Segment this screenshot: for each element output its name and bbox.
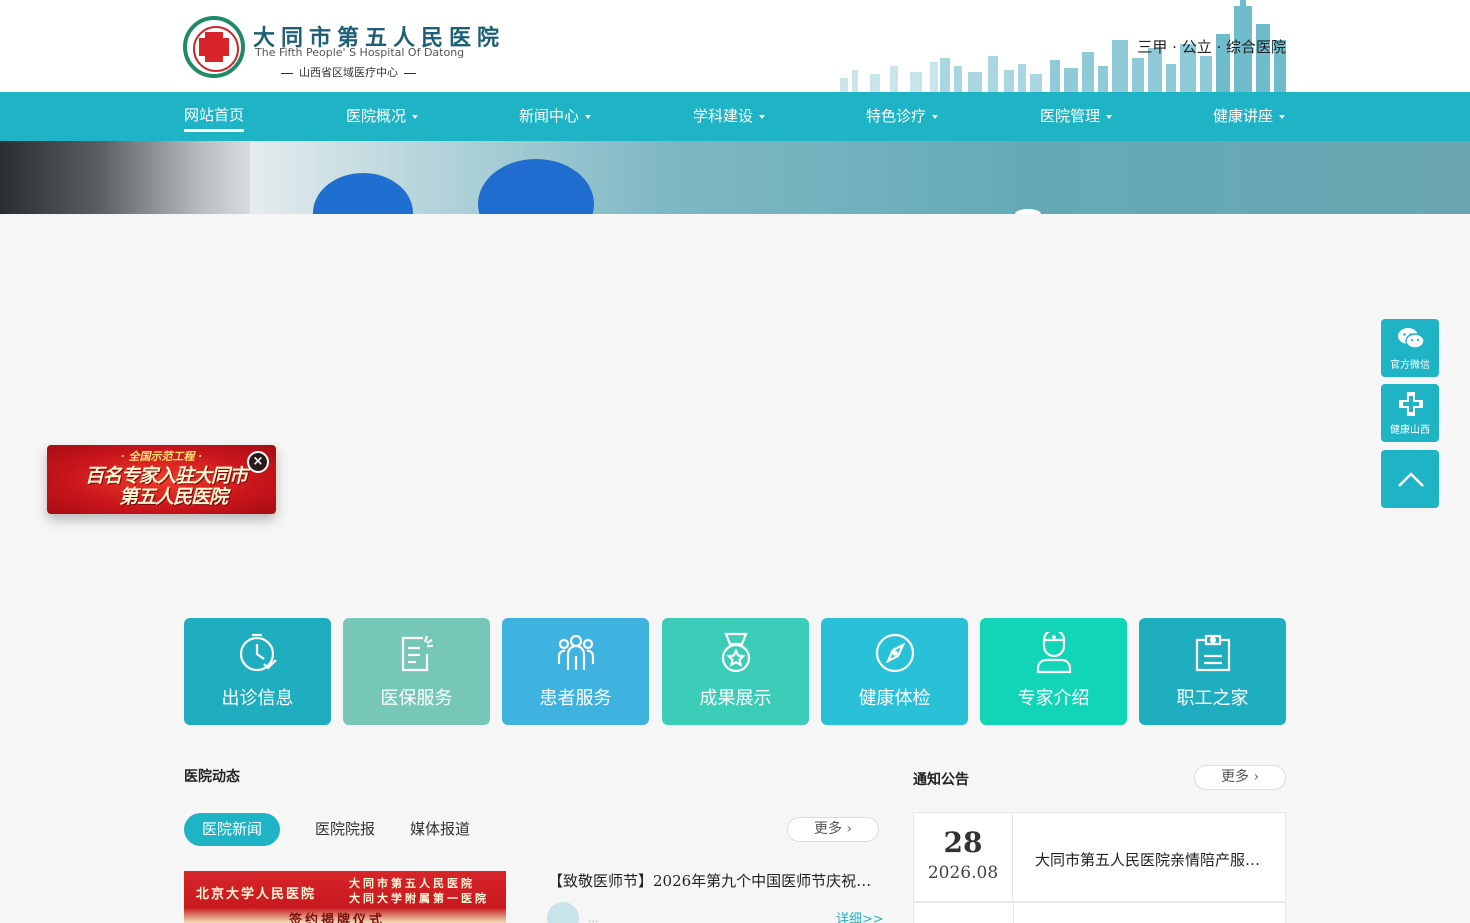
wechat-icon bbox=[1398, 328, 1425, 349]
nav-item-home[interactable]: 网站首页 bbox=[184, 92, 245, 141]
logo-english-name: The Fifth People' S Hospital Of Datong bbox=[255, 46, 465, 59]
tile-clinic-info[interactable]: 出诊信息 bbox=[184, 618, 331, 725]
tile-label: 患者服务 bbox=[539, 688, 612, 709]
news-image-text-left: 北京大学人民医院 bbox=[196, 887, 317, 902]
people-icon bbox=[557, 634, 595, 670]
clock-icon bbox=[239, 633, 277, 672]
ad-close-button[interactable]: × bbox=[247, 451, 269, 473]
caret-down-icon bbox=[932, 115, 939, 119]
clipboard-icon bbox=[1195, 634, 1231, 672]
floating-ad-banner[interactable]: · 全国示范工程 · 百名专家入驻大同市 第五人民医院 bbox=[47, 445, 276, 514]
nav-item-management[interactable]: 医院管理 bbox=[1040, 92, 1113, 141]
chevron-up-icon bbox=[1398, 472, 1424, 487]
tile-staff-home[interactable]: 职工之家 bbox=[1139, 618, 1286, 725]
medical-cross-icon bbox=[1399, 392, 1423, 416]
site-header: 大同市第五人民医院 The Fifth People' S Hospital O… bbox=[0, 0, 1470, 92]
news-more-button[interactable]: 更多 › bbox=[787, 817, 879, 842]
nav-item-label: 医院管理 bbox=[1040, 107, 1101, 125]
nav-item-label: 医院概况 bbox=[346, 107, 407, 125]
notice-title: 大同市第五人民医院亲情陪产服务公告 bbox=[1035, 851, 1265, 869]
caret-down-icon bbox=[759, 115, 766, 119]
hospital-seal-icon bbox=[183, 16, 245, 78]
news-section-title: 医院动态 bbox=[184, 769, 240, 785]
nav-item-label: 学科建设 bbox=[693, 107, 754, 125]
tile-label: 职工之家 bbox=[1176, 688, 1249, 709]
nav-item-disciplines[interactable]: 学科建设 bbox=[693, 92, 766, 141]
notice-date: 28 2026.08 bbox=[914, 813, 1013, 901]
news-thumbnail-image[interactable]: 北京大学人民医院 大同市第五人民医院 大同大学附属第一医院 签约揭牌仪式 bbox=[184, 871, 506, 923]
nav-item-label: 网站首页 bbox=[184, 106, 245, 124]
ad-headline-line2: 第五人民医院 bbox=[119, 486, 228, 508]
hero-banner-image[interactable] bbox=[0, 141, 1470, 214]
news-item-title[interactable]: 【致敬医师节】2026年第九个中国医师节庆祝大会 bbox=[548, 870, 878, 891]
tile-health-checkup[interactable]: 健康体检 bbox=[821, 618, 968, 725]
tile-label: 出诊信息 bbox=[221, 688, 294, 709]
health-shanxi-button[interactable]: 健康山西 bbox=[1381, 384, 1439, 442]
tile-label: 成果展示 bbox=[699, 688, 772, 709]
health-shanxi-label: 健康山西 bbox=[1390, 425, 1430, 436]
wechat-button[interactable]: 官方微信 bbox=[1381, 319, 1439, 377]
hospital-tagline: 三甲 · 公立 · 综合医院 bbox=[1137, 38, 1286, 56]
news-image-text-right2: 大同大学附属第一医院 bbox=[349, 892, 489, 905]
tile-label: 专家介绍 bbox=[1017, 688, 1090, 709]
nav-item-health-lectures[interactable]: 健康讲座 bbox=[1213, 92, 1286, 141]
doctor-icon bbox=[1036, 632, 1072, 674]
notice-item[interactable] bbox=[913, 902, 1286, 923]
notice-item[interactable]: 28 2026.08 大同市第五人民医院亲情陪产服务公告 bbox=[913, 812, 1286, 902]
nav-item-label: 新闻中心 bbox=[519, 107, 580, 125]
tile-achievements[interactable]: 成果展示 bbox=[662, 618, 809, 725]
caret-down-icon bbox=[412, 115, 419, 119]
notices-section-title: 通知公告 bbox=[913, 772, 969, 788]
nav-item-label: 特色诊疗 bbox=[866, 107, 927, 125]
caret-down-icon bbox=[1279, 115, 1286, 119]
caret-down-icon bbox=[1106, 115, 1113, 119]
notice-year-month: 2026.08 bbox=[927, 863, 999, 883]
nav-item-news-center[interactable]: 新闻中心 bbox=[519, 92, 592, 141]
back-to-top-button[interactable] bbox=[1381, 450, 1439, 508]
news-item-meta: ... bbox=[588, 912, 599, 923]
nav-item-label: 健康讲座 bbox=[1213, 107, 1274, 125]
news-author-avatar bbox=[547, 902, 579, 923]
notice-day: 28 bbox=[943, 826, 983, 859]
tab-hospital-newspaper[interactable]: 医院院报 bbox=[315, 813, 375, 846]
notes-icon bbox=[401, 635, 433, 672]
news-image-text-right1: 大同市第五人民医院 bbox=[349, 877, 475, 890]
notices-more-button[interactable]: 更多 › bbox=[1194, 765, 1286, 790]
medal-icon bbox=[721, 632, 751, 673]
news-detail-link[interactable]: 详细>> bbox=[836, 908, 884, 923]
tile-label: 医保服务 bbox=[380, 688, 453, 709]
tile-patient-service[interactable]: 患者服务 bbox=[502, 618, 649, 725]
main-navigation: 网站首页 医院概况 新闻中心 学科建设 特色诊疗 医院管理 健康讲座 bbox=[0, 92, 1470, 141]
hospital-logo[interactable]: 大同市第五人民医院 The Fifth People' S Hospital O… bbox=[183, 14, 499, 80]
nav-item-special-treatment[interactable]: 特色诊疗 bbox=[866, 92, 939, 141]
nav-item-overview[interactable]: 医院概况 bbox=[346, 92, 419, 141]
logo-subtitle: 山西省区域医疗中心 bbox=[275, 64, 422, 80]
tile-label: 健康体检 bbox=[858, 688, 931, 709]
wechat-label: 官方微信 bbox=[1390, 360, 1430, 371]
caret-down-icon bbox=[585, 115, 592, 119]
compass-icon bbox=[875, 633, 915, 673]
tile-experts[interactable]: 专家介绍 bbox=[980, 618, 1127, 725]
tile-medical-insurance[interactable]: 医保服务 bbox=[343, 618, 490, 725]
news-image-text-bottom: 签约揭牌仪式 bbox=[289, 913, 386, 923]
tab-hospital-news[interactable]: 医院新闻 bbox=[184, 813, 281, 846]
tab-media-reports[interactable]: 媒体报道 bbox=[410, 813, 470, 846]
